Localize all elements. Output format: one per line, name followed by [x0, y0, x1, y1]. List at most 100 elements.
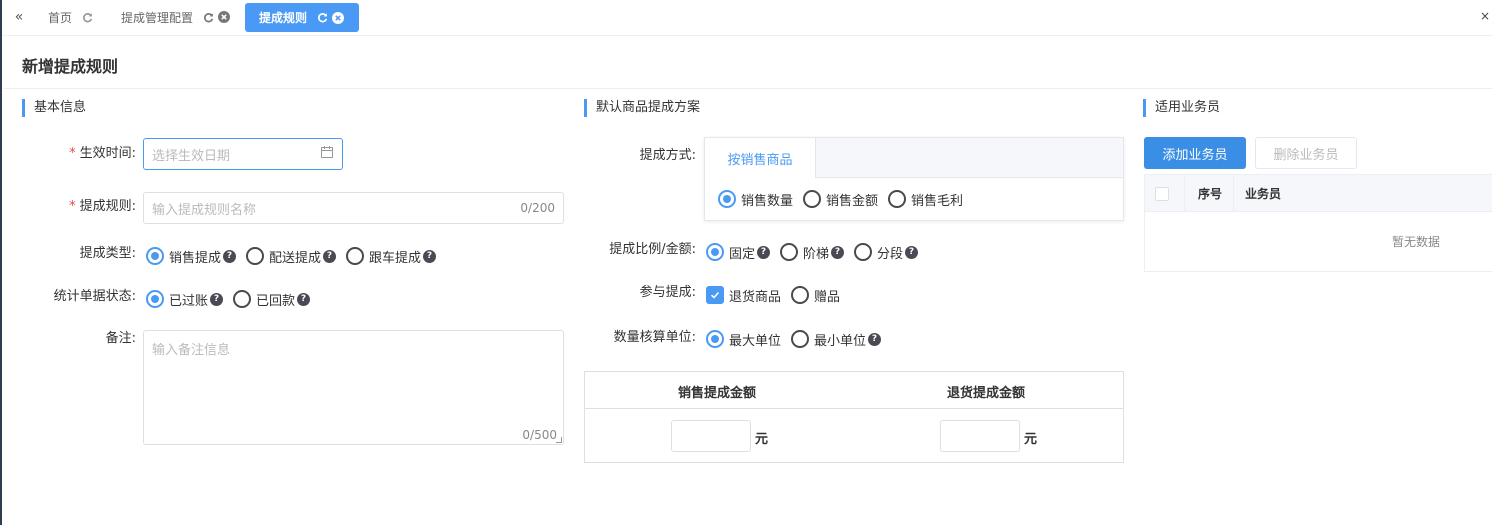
- radio-icon[interactable]: [706, 243, 724, 261]
- method-option-margin[interactable]: 销售毛利: [888, 190, 963, 209]
- checkbox-checked-icon[interactable]: [706, 286, 724, 304]
- help-icon[interactable]: ?: [223, 249, 237, 263]
- collapse-icon[interactable]: «: [10, 8, 28, 26]
- currency-unit: 元: [1024, 432, 1038, 447]
- doc-status-label: 统计单据状态:: [53, 289, 136, 304]
- table-header: 序号 业务员: [1145, 175, 1492, 212]
- add-salesperson-button[interactable]: 添加业务员: [1144, 137, 1246, 169]
- radio-icon[interactable]: [146, 247, 164, 265]
- unit-option-min[interactable]: 最小单位?: [791, 330, 882, 349]
- radio-icon[interactable]: [346, 247, 365, 265]
- status-option-posted[interactable]: 已过账?: [146, 290, 224, 309]
- delete-salesperson-button[interactable]: 删除业务员: [1255, 137, 1357, 169]
- method-card: 按销售商品 销售数量 销售金额 销售毛利: [704, 137, 1124, 221]
- header-return-amount: 退货提成金额: [947, 386, 1026, 401]
- type-option-sales[interactable]: 销售提成?: [146, 247, 237, 266]
- section-commission-scheme: 默认商品提成方案: [584, 99, 700, 117]
- refresh-icon[interactable]: [201, 10, 215, 24]
- radio-icon[interactable]: [246, 247, 265, 265]
- radio-icon[interactable]: [233, 290, 252, 308]
- tab-by-sales-product[interactable]: 按销售商品: [705, 138, 816, 178]
- help-icon[interactable]: ?: [210, 292, 224, 306]
- tab-label: 提成规则: [259, 11, 308, 25]
- help-icon[interactable]: ?: [297, 292, 311, 306]
- radio-icon[interactable]: [791, 286, 810, 304]
- currency-unit: 元: [755, 432, 769, 447]
- help-icon[interactable]: ?: [868, 332, 882, 346]
- radio-icon[interactable]: [146, 290, 164, 308]
- close-icon[interactable]: [331, 11, 345, 25]
- column-salesperson: 业务员: [1245, 187, 1282, 201]
- section-applicable-staff: 适用业务员: [1143, 99, 1220, 117]
- tab-commission-rule[interactable]: 提成规则: [245, 3, 360, 32]
- resize-handle[interactable]: [556, 437, 562, 443]
- tab-commission-config[interactable]: 提成管理配置: [113, 3, 239, 31]
- calendar-icon: [320, 145, 334, 163]
- remark-label: 备注:: [105, 331, 136, 346]
- remark-textarea[interactable]: 输入备注信息 0/500: [143, 330, 564, 445]
- participate-option-gifts[interactable]: 赠品: [791, 286, 840, 305]
- help-icon[interactable]: ?: [831, 245, 845, 259]
- effective-date-placeholder: 选择生效日期: [152, 148, 231, 164]
- ratio-option-segmented[interactable]: 分段?: [854, 243, 919, 262]
- rule-name-counter: 0/200: [520, 201, 555, 215]
- type-option-escort[interactable]: 跟车提成?: [346, 247, 437, 266]
- tabs-scroll-right-icon[interactable]: ×: [1480, 9, 1490, 23]
- refresh-icon[interactable]: [80, 10, 94, 24]
- ratio-option-tiered[interactable]: 阶梯?: [780, 243, 845, 262]
- refresh-icon[interactable]: [315, 11, 329, 25]
- tab-label: 首页: [48, 10, 73, 25]
- participate-option-returns[interactable]: 退货商品: [706, 286, 781, 305]
- radio-icon[interactable]: [706, 330, 724, 348]
- help-icon[interactable]: ?: [757, 245, 771, 259]
- radio-icon[interactable]: [854, 243, 873, 261]
- rule-name-label: * 提成规则:: [69, 199, 136, 214]
- commission-amount-table: 销售提成金额 退货提成金额 元 元: [584, 371, 1124, 463]
- rule-name-input[interactable]: 输入提成规则名称 0/200: [143, 192, 564, 224]
- commission-type-label: 提成类型:: [79, 246, 136, 261]
- required-mark: *: [69, 199, 76, 214]
- method-radio-group: 销售数量 销售金额 销售毛利: [718, 189, 973, 209]
- required-mark: *: [69, 146, 76, 161]
- radio-icon[interactable]: [888, 190, 907, 208]
- participate-label: 参与提成:: [639, 285, 696, 300]
- select-all-checkbox[interactable]: [1155, 175, 1169, 212]
- remark-placeholder: 输入备注信息: [152, 343, 231, 358]
- method-option-quantity[interactable]: 销售数量: [718, 190, 793, 209]
- radio-icon[interactable]: [791, 330, 810, 348]
- radio-icon[interactable]: [718, 190, 736, 208]
- radio-icon[interactable]: [803, 190, 822, 208]
- amount-table-header: 销售提成金额 退货提成金额: [585, 372, 1123, 409]
- ratio-label: 提成比例/金额:: [609, 242, 696, 257]
- tab-home[interactable]: 首页: [40, 3, 102, 31]
- sales-amount-input[interactable]: [671, 420, 751, 452]
- help-icon[interactable]: ?: [423, 249, 437, 263]
- tab-label: 提成管理配置: [121, 10, 194, 25]
- empty-placeholder: 暂无数据: [1392, 235, 1441, 249]
- status-option-paid[interactable]: 已回款?: [233, 290, 311, 309]
- method-label: 提成方式:: [639, 148, 696, 163]
- effective-date-picker[interactable]: 选择生效日期: [143, 138, 343, 170]
- unit-option-max[interactable]: 最大单位: [706, 330, 781, 349]
- participate-checkbox-group: 退货商品 赠品: [706, 285, 850, 305]
- type-option-delivery[interactable]: 配送提成?: [246, 247, 337, 266]
- doc-status-radio-group: 已过账? 已回款?: [146, 289, 320, 309]
- close-icon[interactable]: [217, 10, 231, 24]
- header-sales-amount: 销售提成金额: [678, 386, 757, 401]
- column-index: 序号: [1198, 187, 1223, 201]
- radio-icon[interactable]: [780, 243, 799, 261]
- return-amount-input[interactable]: [940, 420, 1020, 452]
- remark-counter: 0/500: [522, 428, 557, 442]
- ratio-radio-group: 固定? 阶梯? 分段?: [706, 242, 928, 262]
- effective-date-label: * 生效时间:: [69, 146, 136, 161]
- salesperson-table: 序号 业务员 暂无数据: [1144, 174, 1492, 272]
- section-basic-info: 基本信息: [22, 99, 86, 117]
- unit-label: 数量核算单位:: [613, 330, 696, 345]
- help-icon[interactable]: ?: [905, 245, 919, 259]
- commission-type-radio-group: 销售提成? 配送提成? 跟车提成?: [146, 246, 446, 266]
- help-icon[interactable]: ?: [323, 249, 337, 263]
- ratio-option-fixed[interactable]: 固定?: [706, 243, 771, 262]
- method-option-amount[interactable]: 销售金额: [803, 190, 878, 209]
- tab-bar: « 首页 提成管理配置 提成规则 ×: [2, 0, 1492, 36]
- app-frame: « 首页 提成管理配置 提成规则 × 新增提成规则 基本信息 默认商品提成方案 …: [0, 0, 1492, 525]
